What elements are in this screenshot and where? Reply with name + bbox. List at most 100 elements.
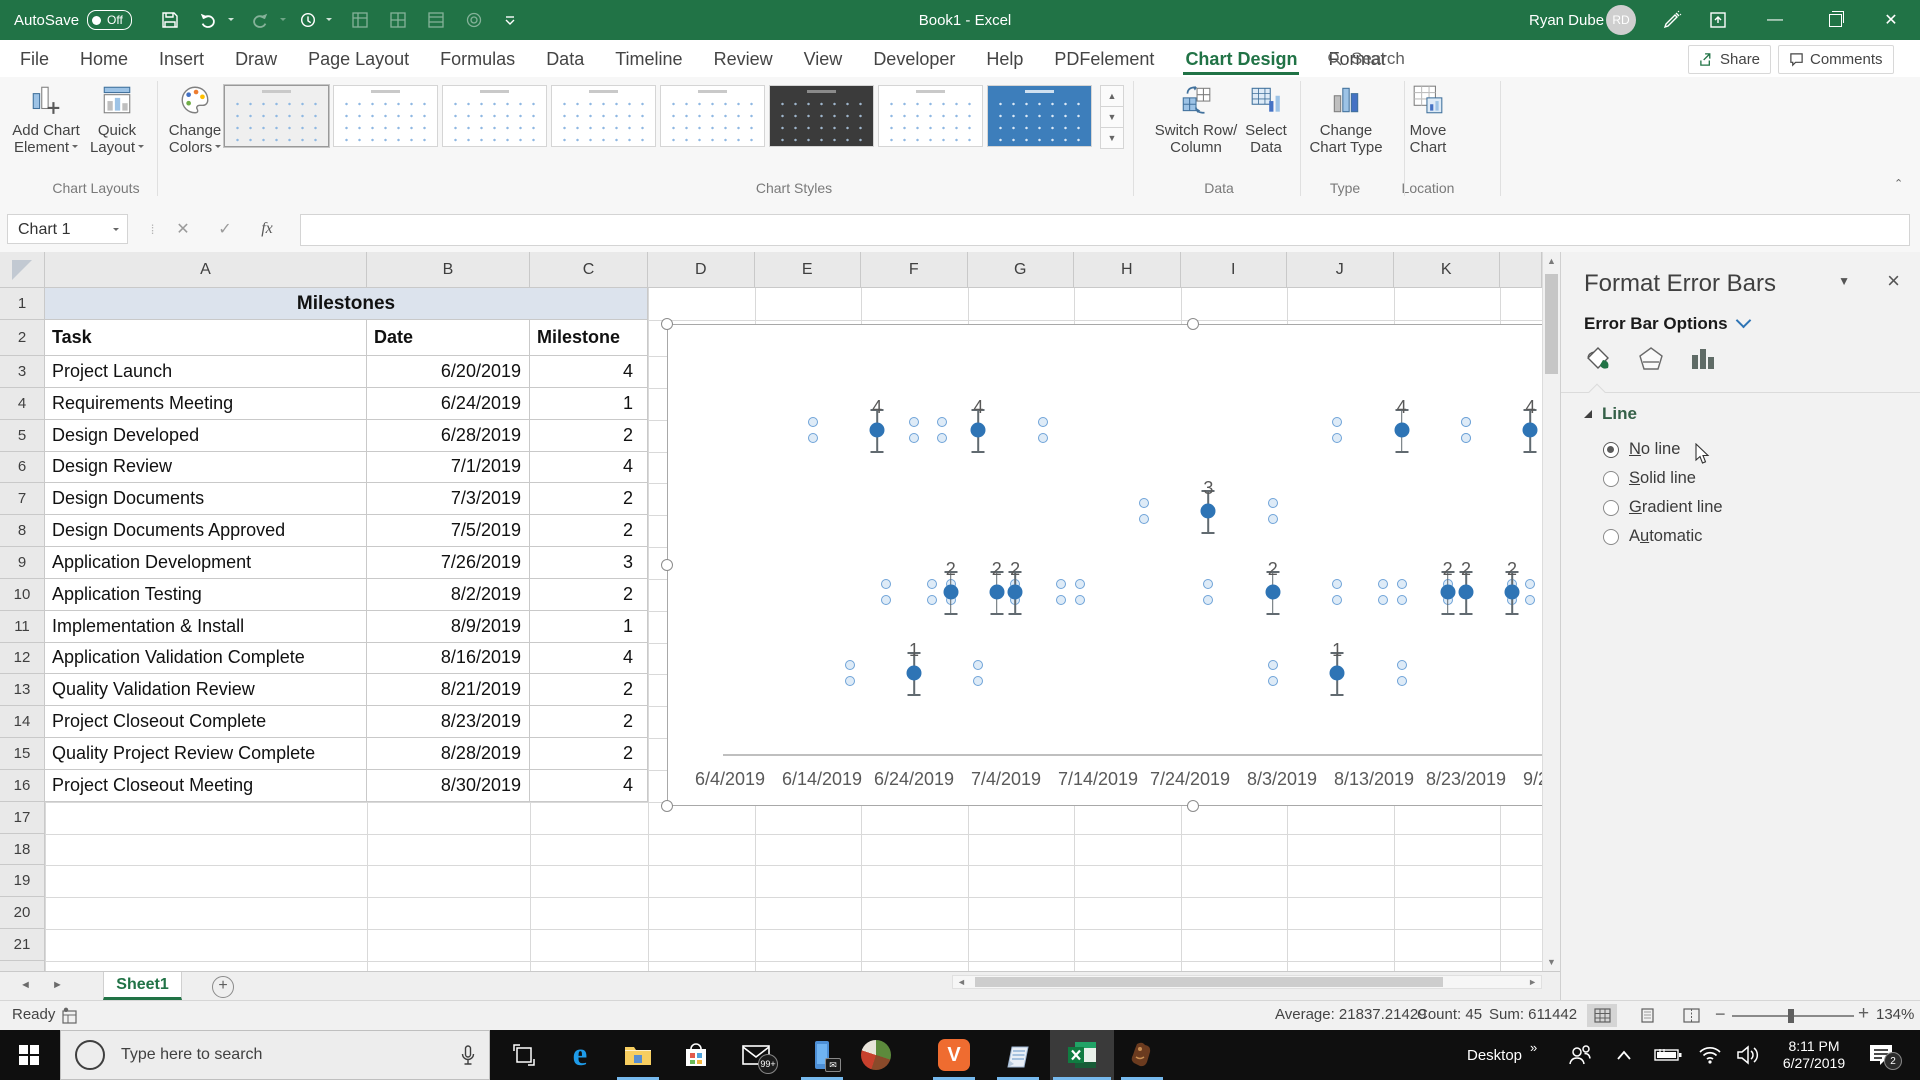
volume-icon[interactable]	[1736, 1030, 1760, 1080]
status-count[interactable]: Count: 45	[1417, 1006, 1482, 1023]
cell-task[interactable]: Requirements Meeting	[45, 388, 367, 420]
action-center-icon[interactable]: 2	[1868, 1030, 1894, 1080]
milestone-chart[interactable]: 6/4/20196/14/20196/24/20197/4/20197/14/2…	[667, 324, 1542, 806]
row-header-22[interactable]: 22	[0, 961, 45, 971]
quick-layout-button[interactable]: QuickLayout	[84, 83, 150, 156]
new-sheet-button[interactable]: +	[212, 976, 234, 998]
zoom-out-button[interactable]: −	[1715, 1004, 1726, 1025]
notepad-icon[interactable]	[994, 1030, 1042, 1080]
column-header-j[interactable]: J	[1287, 252, 1394, 288]
cell-header-milestone[interactable]: Milestone	[530, 320, 648, 356]
tab-review[interactable]: Review	[712, 42, 775, 76]
row-header-3[interactable]: 3	[0, 356, 45, 388]
milestone-point-quality-validation-review[interactable]	[1440, 585, 1455, 600]
insert-function-icon[interactable]: fx	[252, 214, 282, 244]
tab-pdfelement[interactable]: PDFelement	[1052, 42, 1156, 76]
row-header-15[interactable]: 15	[0, 738, 45, 770]
cell-task[interactable]: Design Documents Approved	[45, 515, 367, 547]
chart-selection-handle[interactable]	[661, 800, 673, 812]
taskbar-clock[interactable]: 8:11 PM 6/27/2019	[1775, 1030, 1853, 1080]
column-header-c[interactable]: C	[530, 252, 648, 288]
milestone-point-application-testing[interactable]	[1265, 585, 1280, 600]
ribbon-display-options-icon[interactable]	[1706, 8, 1730, 32]
milestone-point-application-development[interactable]	[1201, 504, 1216, 519]
milestone-point-project-closeout-complete[interactable]	[1459, 585, 1474, 600]
file-explorer-icon[interactable]	[614, 1030, 662, 1080]
chart-style-thumb-6[interactable]	[769, 85, 874, 147]
row-header-6[interactable]: 6	[0, 452, 45, 484]
tab-home[interactable]: Home	[78, 42, 130, 76]
effects-tab[interactable]	[1636, 344, 1666, 374]
page-layout-view-button[interactable]	[1632, 1004, 1662, 1027]
status-average[interactable]: Average: 21837.21429	[1275, 1006, 1427, 1023]
cell-task[interactable]: Design Documents	[45, 483, 367, 515]
radio-automatic[interactable]: Automatic	[1603, 522, 1723, 551]
chart-style-thumb-1[interactable]	[224, 85, 329, 147]
inking-pen-icon[interactable]	[1660, 8, 1684, 32]
pane-close-icon[interactable]: ×	[1887, 268, 1900, 294]
chart-style-thumb-3[interactable]	[442, 85, 547, 147]
cell-milestone[interactable]: 2	[530, 738, 648, 770]
column-header-h[interactable]: H	[1074, 252, 1181, 288]
cell-date[interactable]: 8/9/2019	[367, 611, 530, 643]
row-header-16[interactable]: 16	[0, 770, 45, 802]
chart-selection-handle[interactable]	[1187, 800, 1199, 812]
zoom-level[interactable]: 134%	[1876, 1006, 1914, 1023]
cell-milestone[interactable]: 1	[530, 388, 648, 420]
cell-task[interactable]: Implementation & Install	[45, 611, 367, 643]
cell-milestone[interactable]: 1	[530, 611, 648, 643]
excel-taskbar-icon[interactable]	[1050, 1030, 1114, 1080]
edge-icon[interactable]: e	[556, 1030, 604, 1080]
cell-date[interactable]: 7/26/2019	[367, 547, 530, 579]
milestone-point-project-launch[interactable]	[870, 423, 885, 438]
row-header-11[interactable]: 11	[0, 611, 45, 643]
row-header-4[interactable]: 4	[0, 388, 45, 420]
gallery-down-button[interactable]: ▼	[1100, 106, 1124, 128]
touch-mode-icon[interactable]	[296, 8, 320, 32]
cell-task[interactable]: Quality Project Review Complete	[45, 738, 367, 770]
row-header-9[interactable]: 9	[0, 547, 45, 579]
horizontal-scrollbar[interactable]: ◄ ►	[952, 975, 1542, 989]
cell-date[interactable]: 7/1/2019	[367, 452, 530, 484]
chart-selection-handle[interactable]	[661, 559, 673, 571]
browser-circle-icon[interactable]	[852, 1030, 900, 1080]
column-header-d[interactable]: D	[648, 252, 755, 288]
worksheet-grid[interactable]: ABCDEFGHIJK12345678910111213141516171819…	[0, 252, 1542, 971]
cell-task[interactable]: Design Review	[45, 452, 367, 484]
row-header-13[interactable]: 13	[0, 674, 45, 706]
column-header-g[interactable]: G	[968, 252, 1075, 288]
milestone-point-project-closeout-meeting[interactable]	[1523, 423, 1538, 438]
cell-date[interactable]: 7/5/2019	[367, 515, 530, 547]
row-header-14[interactable]: 14	[0, 706, 45, 738]
row-header-2[interactable]: 2	[0, 320, 45, 356]
cell-date[interactable]: 8/28/2019	[367, 738, 530, 770]
column-header-b[interactable]: B	[367, 252, 530, 288]
move-chart-button[interactable]: MoveChart	[1398, 83, 1458, 156]
row-header-21[interactable]: 21	[0, 929, 45, 961]
tab-draw[interactable]: Draw	[233, 42, 279, 76]
chart-style-thumb-8[interactable]	[987, 85, 1092, 147]
comments-button[interactable]: Comments	[1778, 45, 1894, 74]
game-app-icon[interactable]	[1118, 1030, 1166, 1080]
tab-nav-right-icon[interactable]: ►	[52, 979, 63, 991]
cell-milestone[interactable]: 4	[530, 643, 648, 675]
undo-icon[interactable]	[196, 8, 220, 32]
cell-date[interactable]: 8/30/2019	[367, 770, 530, 802]
cell-task[interactable]: Quality Validation Review	[45, 674, 367, 706]
cell-milestone[interactable]: 4	[530, 356, 648, 388]
pane-collapse-icon[interactable]: ▼	[1838, 274, 1850, 288]
tab-chart-design[interactable]: Chart Design	[1183, 42, 1299, 76]
hidden-icons-chevron-icon[interactable]	[1616, 1030, 1632, 1080]
radio-gradient-line[interactable]: Gradient line	[1603, 493, 1723, 522]
cell-date[interactable]: 8/2/2019	[367, 579, 530, 611]
cell-milestone[interactable]: 2	[530, 515, 648, 547]
row-header-8[interactable]: 8	[0, 515, 45, 547]
save-icon[interactable]	[158, 8, 182, 32]
cell-header-date[interactable]: Date	[367, 320, 530, 356]
zoom-in-button[interactable]: +	[1858, 1003, 1869, 1025]
start-button[interactable]	[0, 1030, 58, 1080]
chart-style-thumb-2[interactable]	[333, 85, 438, 147]
cell-task[interactable]: Application Development	[45, 547, 367, 579]
tab-insert[interactable]: Insert	[157, 42, 206, 76]
autosave-toggle[interactable]: AutoSave Off	[14, 0, 132, 40]
